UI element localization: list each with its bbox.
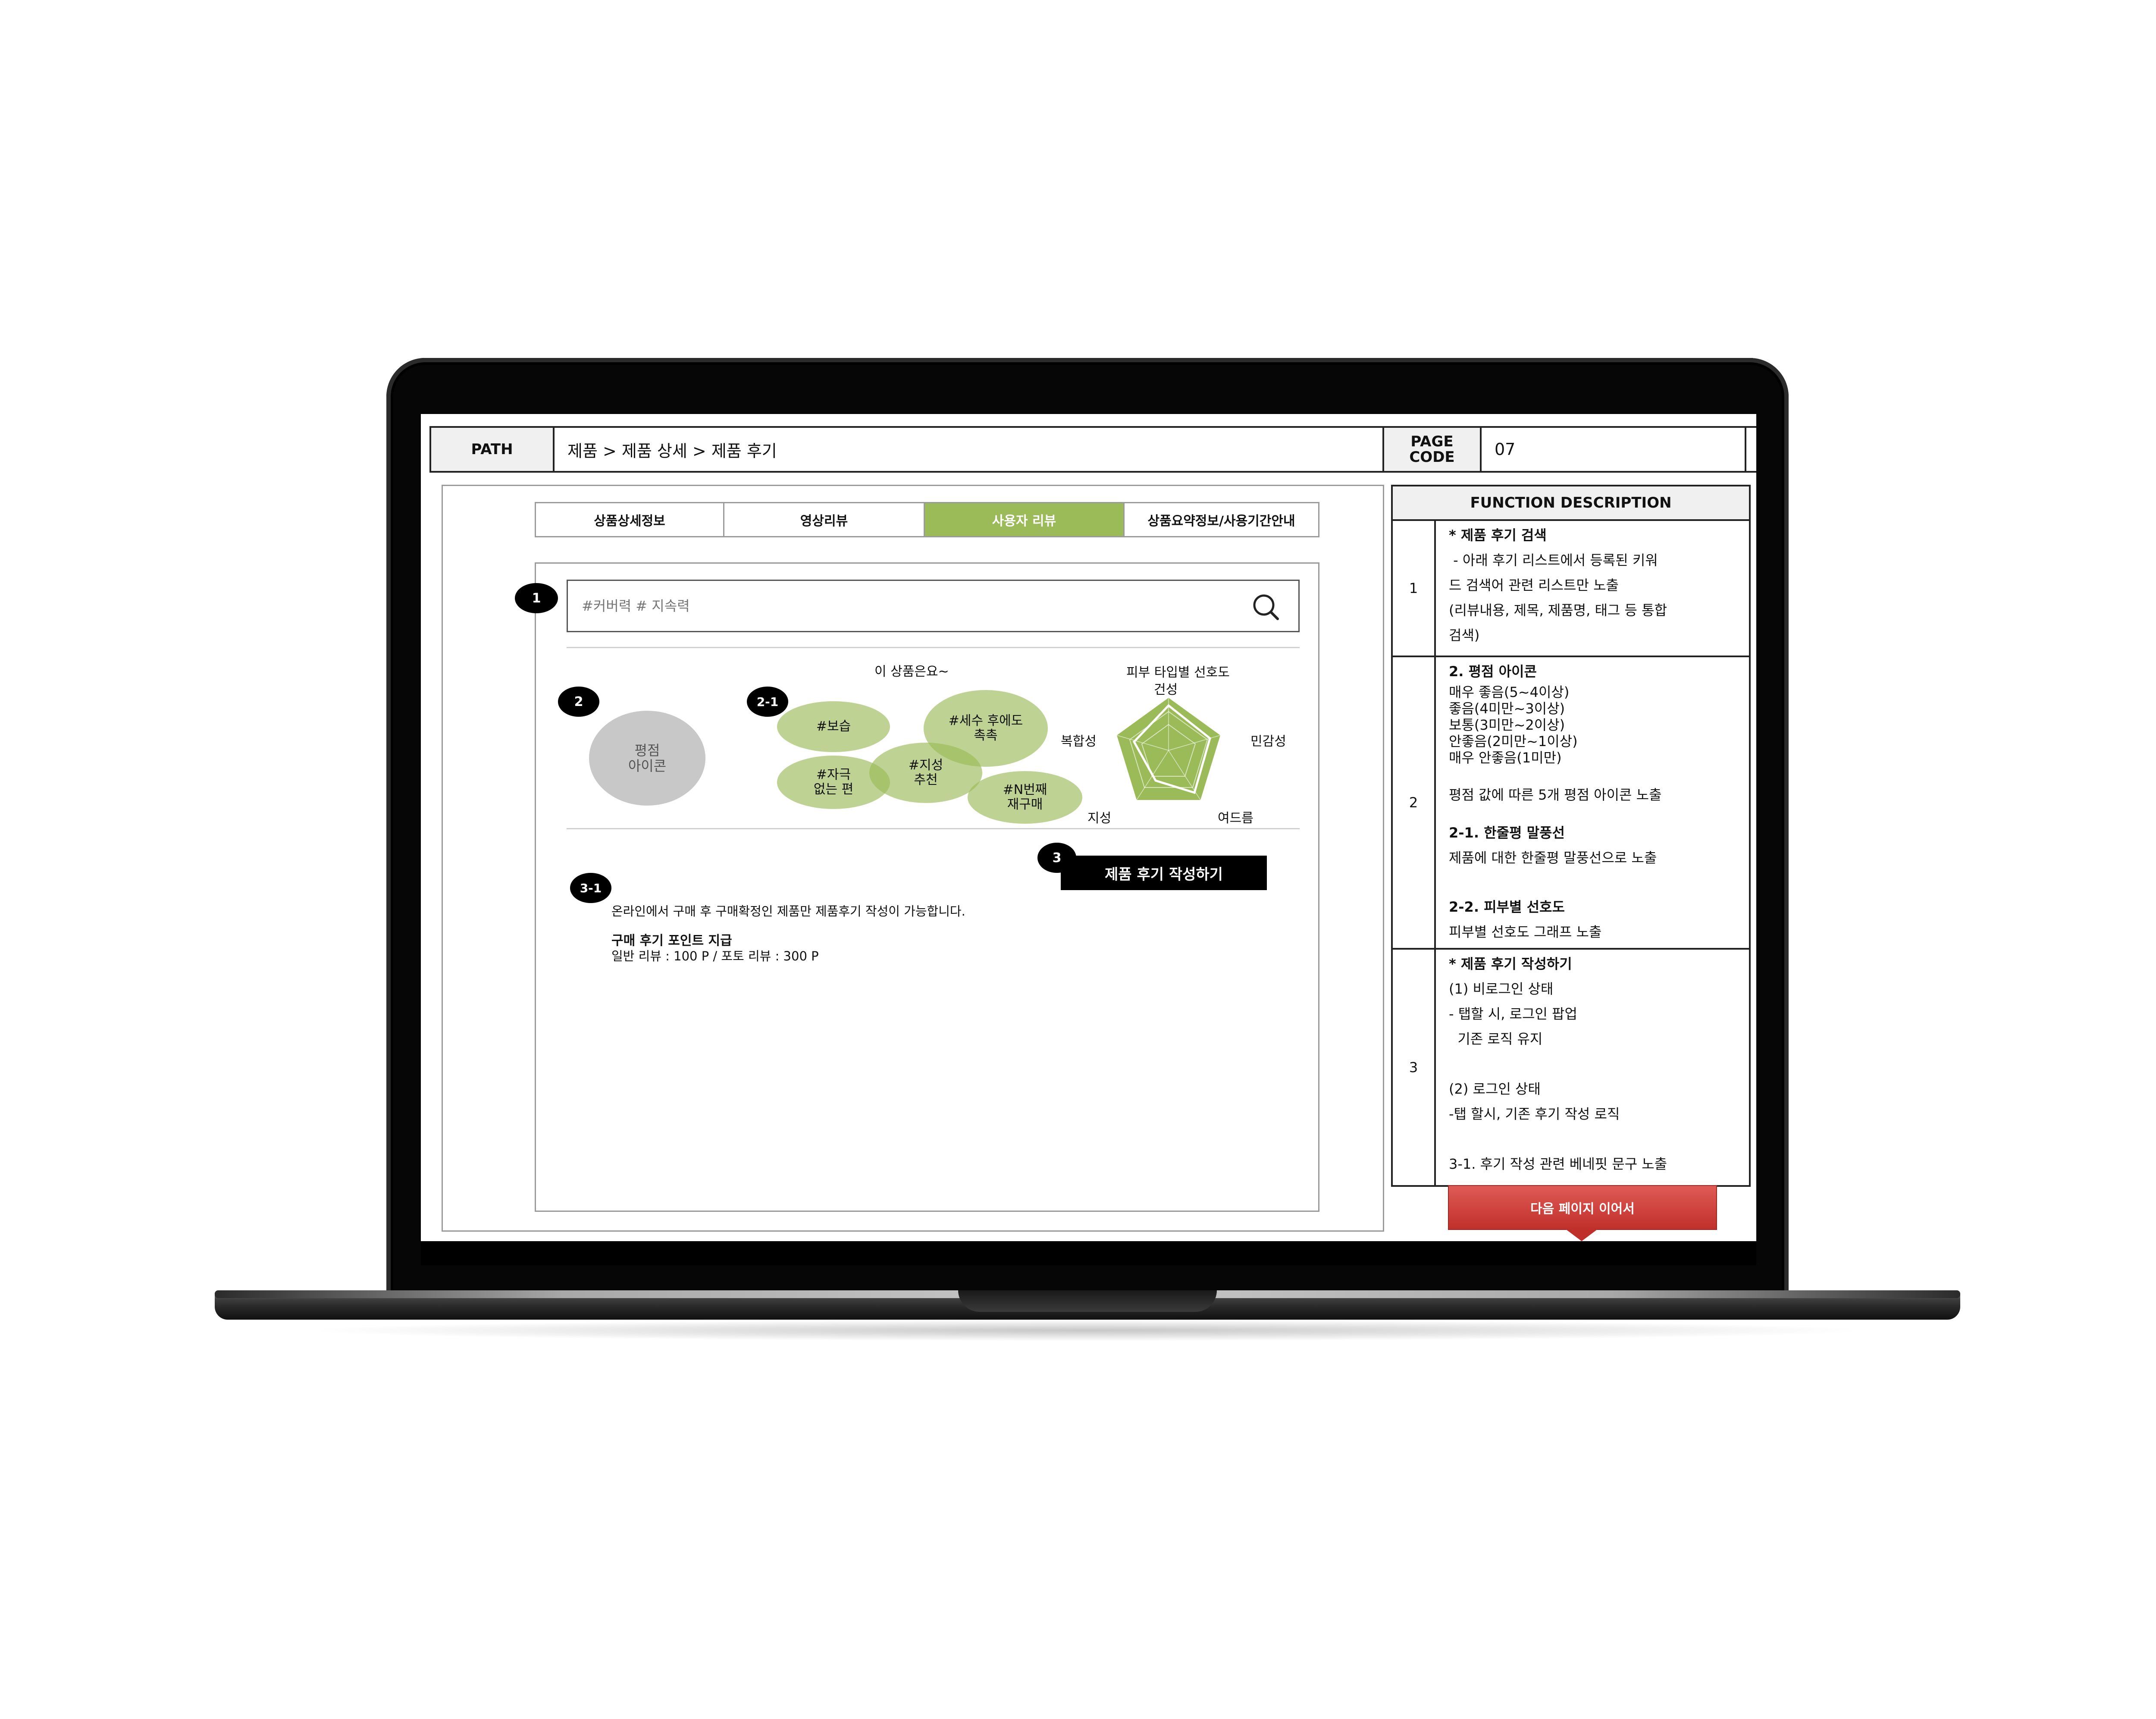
function-description-title: FUNCTION DESCRIPTION xyxy=(1391,485,1751,521)
radar-axis-label: 지성 xyxy=(1087,811,1112,826)
screen: PATH 제품 > 제품 상세 > 제품 후기 PAGE CODE 07 상품상… xyxy=(421,414,1756,1241)
tab-product-summary[interactable]: 상품요약정보/사용기간안내 xyxy=(1123,502,1319,537)
tab-product-detail[interactable]: 상품상세정보 xyxy=(535,502,724,537)
page-code-value: 07 xyxy=(1480,426,1746,473)
description-line: 2. 평점 아이콘 xyxy=(1449,663,1537,680)
description-line: 매우 안좋음(1미만) xyxy=(1449,750,1562,766)
description-line: 3-1. 후기 작성 관련 베네핏 문구 노출 xyxy=(1449,1156,1667,1172)
screen-bezel-bottom xyxy=(421,1241,1756,1265)
description-line: (리뷰내용, 제목, 제품명, 태그 등 통합 xyxy=(1449,602,1667,618)
description-line: 피부별 선호도 그래프 노출 xyxy=(1449,924,1602,940)
description-line: 2-1. 한줄평 말풍선 xyxy=(1449,825,1565,841)
radar-axis-label: 복합성 xyxy=(1061,734,1097,749)
description-line: (1) 비로그인 상태 xyxy=(1449,981,1554,997)
description-cell: * 제품 후기 검색 - 아래 후기 리스트에서 등록된 키워 드 검색어 관련… xyxy=(1434,519,1751,657)
description-line: - 아래 후기 리스트에서 등록된 키워 xyxy=(1449,552,1658,568)
write-review-button[interactable]: 제품 후기 작성하기 xyxy=(1061,856,1267,890)
review-eligibility-notice: 온라인에서 구매 후 구매확정인 제품만 제품후기 작성이 가능합니다. xyxy=(611,904,965,919)
marker-2: 2 xyxy=(558,687,599,717)
tag-bubble: #보습 xyxy=(777,701,890,752)
marker-1: 1 xyxy=(515,583,558,613)
tag-bubble: #지성 추천 xyxy=(869,743,982,803)
description-line: 매우 좋음(5~4이상) xyxy=(1449,684,1570,700)
description-line: 제품에 대한 한줄평 말풍선으로 노출 xyxy=(1449,850,1657,866)
divider xyxy=(567,828,1300,829)
laptop-notch xyxy=(958,1290,1217,1312)
description-line: 검색) xyxy=(1449,627,1480,643)
radar-axis-label: 민감성 xyxy=(1250,734,1286,749)
row-number: 2 xyxy=(1391,656,1436,950)
tag-bubble: #N번째 재구매 xyxy=(968,771,1082,824)
description-line: * 제품 후기 검색 xyxy=(1449,527,1547,543)
product-tabs: 상품상세정보 영상리뷰 사용자 리뷰 상품요약정보/사용기간안내 xyxy=(535,502,1319,537)
radar-title: 피부 타입별 선호도 xyxy=(1126,665,1230,680)
description-line: 보통(3미만~2이상) xyxy=(1449,717,1565,733)
description-line: (2) 로그인 상태 xyxy=(1449,1081,1541,1097)
description-line: -탭 할시, 기존 후기 작성 로직 xyxy=(1449,1106,1620,1122)
row-number: 3 xyxy=(1391,948,1436,1187)
tab-video-review[interactable]: 영상리뷰 xyxy=(723,502,925,537)
page-code-label: PAGE CODE xyxy=(1382,426,1482,473)
path-label: PATH xyxy=(429,426,555,473)
bubbles-title: 이 상품은요~ xyxy=(874,664,949,679)
description-line: * 제품 후기 작성하기 xyxy=(1449,956,1572,972)
points-detail: 일반 리뷰 : 100 P / 포토 리뷰 : 300 P xyxy=(611,949,819,963)
search-box[interactable] xyxy=(567,580,1300,632)
search-input[interactable] xyxy=(581,590,1229,621)
radar-axis-label: 여드름 xyxy=(1218,811,1253,826)
description-cell: * 제품 후기 작성하기 (1) 비로그인 상태 - 탭할 시, 로그인 팝업 … xyxy=(1434,948,1751,1187)
rating-icon: 평점 아이콘 xyxy=(589,711,705,806)
marker-3-1: 3-1 xyxy=(570,873,611,903)
marker-2-1: 2-1 xyxy=(747,687,788,717)
description-line: 평점 값에 따른 5개 평점 아이콘 노출 xyxy=(1449,787,1662,803)
description-line: 2-2. 피부별 선호도 xyxy=(1449,899,1565,915)
description-line: - 탭할 시, 로그인 팝업 xyxy=(1449,1006,1577,1022)
laptop-shadow xyxy=(302,1320,1871,1341)
radar-chart xyxy=(1116,698,1221,800)
tab-user-review[interactable]: 사용자 리뷰 xyxy=(924,502,1125,537)
down-arrow-icon xyxy=(1564,1228,1599,1241)
search-icon[interactable] xyxy=(1251,592,1281,622)
description-line: 기존 로직 유지 xyxy=(1449,1031,1543,1047)
description-cell: 2. 평점 아이콘 매우 좋음(5~4이상) 좋음(4미만~3이상) 보통(3미… xyxy=(1434,656,1751,950)
description-line: 좋음(4미만~3이상) xyxy=(1449,700,1565,717)
divider xyxy=(567,647,1300,648)
description-line: 안좋음(2미만~1이상) xyxy=(1449,733,1578,750)
row-number: 1 xyxy=(1391,519,1436,657)
description-line: 드 검색어 관련 리스트만 노출 xyxy=(1449,577,1619,593)
next-page-button[interactable]: 다음 페이지 이어서 xyxy=(1448,1185,1717,1230)
